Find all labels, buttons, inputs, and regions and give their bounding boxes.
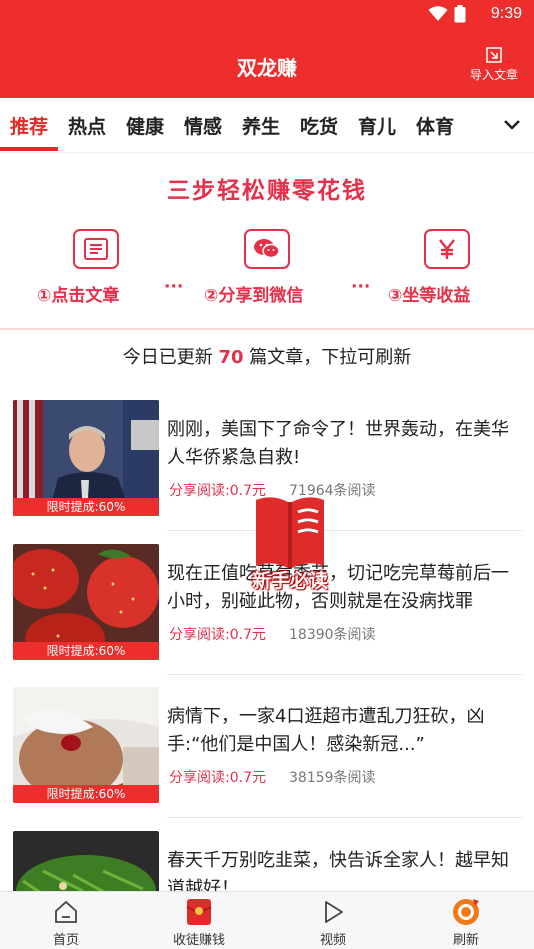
import-article-button[interactable]: 导入文章 — [466, 46, 522, 83]
app-header: 9:39 双龙赚 导入文章 — [0, 0, 534, 98]
import-label: 导入文章 — [469, 68, 518, 82]
tab-wellness[interactable]: 养生 — [242, 112, 280, 139]
bottom-navigation: 首页 收徒赚钱 视频 刷新 — [0, 891, 534, 949]
step-2-label: ②分享到微信 — [204, 286, 304, 306]
step-separator: ··· — [164, 277, 184, 297]
article-read-count: 38159条阅读 — [289, 770, 376, 786]
play-icon — [325, 901, 343, 923]
wechat-icon — [244, 229, 290, 269]
article-title: 现在正值吃草莓季节，切记吃完草莓前后一小时，别碰此物，否则就是在没病找罪 — [167, 563, 509, 612]
nav-refresh[interactable]: 刷新 — [421, 896, 511, 948]
newbie-guide-label: 新手必读 — [251, 570, 328, 592]
app-title: 双龙赚 — [237, 56, 297, 80]
nav-recruit-label: 收徒赚钱 — [172, 933, 225, 948]
wifi-icon — [428, 6, 448, 21]
article-title: 刚刚，美国下了命令了！世界轰动，在美华人华侨紧急自救! — [167, 419, 509, 468]
tab-food[interactable]: 吃货 — [300, 112, 338, 139]
chevron-down-icon[interactable] — [502, 114, 522, 134]
refresh-icon — [453, 899, 479, 925]
tab-sports[interactable]: 体育 — [416, 112, 454, 139]
commission-badge: 限时提成:60% — [13, 498, 159, 516]
nav-refresh-label: 刷新 — [452, 933, 479, 948]
article-title: 病情下，一家4口逛超市遭乱刀狂砍，凶手:“他们是中国人！感染新冠...” — [167, 706, 485, 755]
red-envelope-icon — [186, 899, 212, 925]
tab-health[interactable]: 健康 — [126, 112, 164, 139]
tab-emotion[interactable]: 情感 — [184, 112, 222, 139]
status-icons — [428, 5, 466, 23]
nav-video-label: 视频 — [319, 933, 346, 948]
article-share-reward: 分享阅读:0.7元 — [169, 627, 266, 643]
tab-recommend[interactable]: 推荐 — [10, 112, 48, 139]
app-root: 9:39 双龙赚 导入文章 推荐 热点 健康 情感 养生 吃货 育儿 体育 三步… — [0, 0, 534, 949]
nav-video[interactable]: 视频 — [288, 896, 378, 948]
article-share-reward: 分享阅读:0.7元 — [169, 770, 266, 786]
tab-hot[interactable]: 热点 — [68, 112, 106, 139]
update-notice: 今日已更新 70 篇文章，下拉可刷新 — [0, 343, 534, 369]
divider — [167, 674, 522, 675]
update-count: 70 — [218, 347, 244, 368]
nav-home[interactable]: 首页 — [21, 896, 111, 948]
tab-parenting[interactable]: 育儿 — [358, 112, 396, 139]
article-icon — [73, 229, 119, 269]
divider — [167, 817, 522, 818]
banner-title: 三步轻松赚零花钱 — [167, 178, 367, 204]
commission-badge: 限时提成:60% — [13, 785, 159, 803]
step-1-label: ①点击文章 — [37, 286, 120, 306]
nav-home-label: 首页 — [52, 933, 79, 948]
step-3-label: ③坐等收益 — [388, 286, 471, 306]
newbie-guide-float[interactable]: 新手必读 — [240, 482, 340, 592]
article-thumbnail: 限时提成:60% — [13, 400, 159, 516]
divider — [167, 530, 522, 531]
category-tabs: 推荐 热点 健康 情感 养生 吃货 育儿 体育 — [0, 98, 534, 153]
update-prefix: 今日已更新 — [122, 347, 219, 368]
active-tab-indicator — [0, 147, 58, 151]
article-thumbnail: 限时提成:60% — [13, 687, 159, 803]
home-icon — [55, 900, 77, 923]
commission-badge: 限时提成:60% — [13, 642, 159, 660]
article-item[interactable]: 限时提成:60% 病情下，一家4口逛超市遭乱刀狂砍，凶手:“他们是中国人！感染新… — [13, 687, 522, 805]
earn-steps-banner[interactable]: 三步轻松赚零花钱 ①点击文章 ··· ②分享到微信 ··· ③坐等收益 — [0, 153, 534, 330]
article-read-count: 18390条阅读 — [289, 627, 376, 643]
update-suffix: 篇文章，下拉可刷新 — [243, 347, 412, 368]
article-thumbnail: 限时提成:60% — [13, 544, 159, 660]
battery-icon — [454, 5, 466, 23]
yuan-icon — [424, 229, 470, 269]
import-icon — [486, 47, 502, 63]
step-separator: ··· — [351, 277, 371, 297]
nav-recruit[interactable]: 收徒赚钱 — [154, 896, 244, 948]
status-time: 9:39 — [490, 5, 522, 22]
